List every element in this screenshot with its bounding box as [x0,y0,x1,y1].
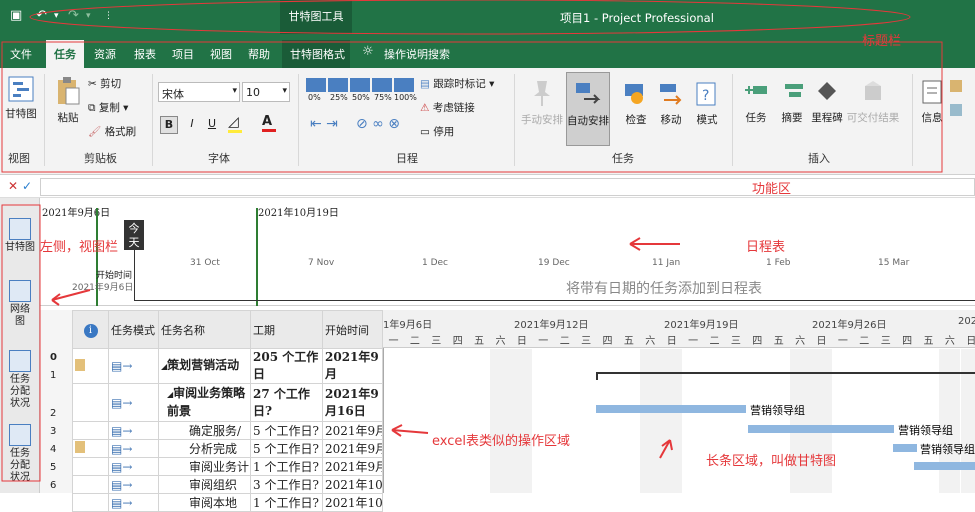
duration-cell[interactable]: 1 个工作日? [250,493,323,512]
mode-cell[interactable]: ▤→ [108,493,159,512]
annotation-table-area: excel表类似的操作区域 [432,434,570,449]
annotation-title-bar: 标题栏 [862,34,902,49]
annotation-gantt-area: 长条区域，叫做甘特图 [706,454,837,469]
name-cell[interactable]: 审阅本地 [158,493,251,512]
auto-schedule-icon: ▤→ [111,495,133,510]
info-cell[interactable] [72,493,109,512]
annotation-view-bar: 左侧，视图栏 [40,240,119,255]
annotation-ribbon: 功能区 [752,182,792,197]
table-row[interactable]: ▤→ 审阅本地1 个工作日?2021年10月 [72,493,383,512]
annotation-timeline: 日程表 [746,240,786,255]
start-cell[interactable]: 2021年10月 [322,493,383,512]
annotation-overlay [1,0,943,482]
